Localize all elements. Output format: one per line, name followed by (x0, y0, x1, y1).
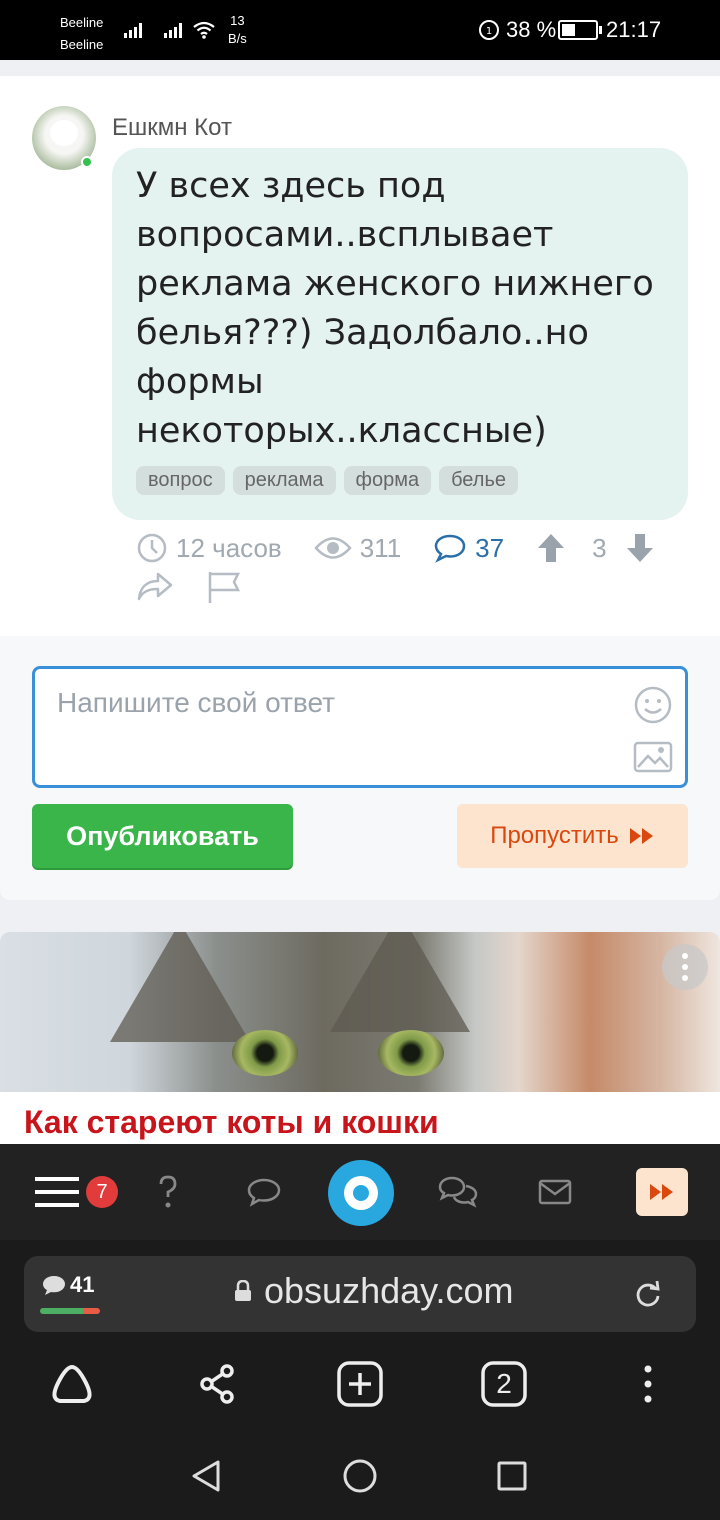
share-page-icon[interactable] (192, 1358, 242, 1410)
article-card[interactable]: Как стареют коты и кошки (0, 932, 720, 1146)
carrier-2: Beeline (60, 37, 104, 52)
carrier-names: Beeline Beeline (60, 12, 103, 56)
author-name[interactable]: Ешкмн Кот (112, 114, 232, 142)
wifi-icon (193, 21, 215, 39)
questions-icon[interactable] (148, 1164, 188, 1220)
time-ago: 12 часов (136, 532, 282, 564)
skip-button[interactable]: Пропустить (457, 804, 688, 868)
question-bubble: У всех здесь под вопросами..всплывает ре… (112, 148, 688, 520)
tag[interactable]: вопрос (136, 466, 225, 495)
online-indicator (81, 156, 93, 168)
battery-percent: 1 38 % (478, 17, 556, 43)
share-icon[interactable] (136, 570, 174, 602)
speech-bubble-icon (43, 1276, 65, 1295)
alice-assistant-icon[interactable] (46, 1358, 98, 1410)
reply-placeholder: Напишите свой ответ (57, 687, 335, 718)
flag-icon[interactable] (206, 570, 242, 604)
view-count: 311 (314, 533, 401, 564)
clock-icon (137, 533, 167, 563)
reply-section: Напишите свой ответ Опубликовать Пропуст… (0, 636, 720, 900)
back-nav-icon[interactable] (186, 1456, 226, 1496)
question-card: Ешкмн Кот У всех здесь под вопросами..вс… (0, 76, 720, 636)
publish-button[interactable]: Опубликовать (32, 804, 293, 868)
home-nav-icon[interactable] (340, 1456, 380, 1496)
data-saver-icon: 1 (479, 20, 499, 40)
rating-bar (40, 1308, 100, 1314)
carrier-1: Beeline (60, 15, 104, 30)
tabs-button[interactable]: 2 (478, 1358, 530, 1410)
tag[interactable]: форма (343, 466, 432, 495)
chat-icon[interactable] (244, 1164, 284, 1220)
comment-icon (434, 534, 466, 563)
menu-icon[interactable] (34, 1164, 80, 1220)
lock-icon (235, 1280, 251, 1301)
mail-icon[interactable] (536, 1164, 574, 1220)
emoji-icon[interactable] (633, 685, 673, 725)
reload-icon[interactable] (634, 1280, 662, 1308)
question-actions (136, 570, 242, 604)
notification-badge: 7 (86, 1176, 118, 1208)
more-options-icon[interactable] (662, 944, 708, 990)
discussions-icon[interactable] (436, 1164, 480, 1220)
image-upload-icon[interactable] (633, 741, 673, 773)
vote-controls: 3 (536, 532, 654, 564)
url-display[interactable]: obsuzhday.com (234, 1270, 513, 1312)
site-logo-icon[interactable] (328, 1160, 394, 1226)
page-comments-counter[interactable]: 41 (42, 1272, 94, 1298)
skip-label: Пропустить (490, 822, 619, 849)
question-text: У всех здесь под вопросами..всплывает ре… (136, 166, 654, 451)
tabs-count: 2 (496, 1368, 512, 1399)
network-speed: 13 B/s (228, 13, 247, 46)
browser-menu-icon[interactable] (634, 1358, 662, 1410)
battery-icon (558, 20, 602, 40)
tag-list: вопрос реклама форма белье (136, 466, 518, 495)
skip-nav-button[interactable] (636, 1168, 688, 1216)
vote-count: 3 (592, 532, 607, 563)
tag[interactable]: белье (439, 466, 518, 495)
svg-text:1: 1 (486, 26, 492, 37)
fast-forward-icon (650, 1184, 673, 1200)
reply-input[interactable]: Напишите свой ответ (32, 666, 688, 788)
tag[interactable]: реклама (232, 466, 336, 495)
upvote-icon[interactable] (536, 532, 566, 564)
address-bar[interactable]: 41 obsuzhday.com (24, 1256, 696, 1332)
recents-nav-icon[interactable] (492, 1456, 532, 1496)
status-bar: Beeline Beeline 13 B/s 1 38 % 21:17 (0, 0, 720, 60)
article-title[interactable]: Как стареют коты и кошки (24, 1104, 439, 1141)
new-tab-icon[interactable] (334, 1358, 386, 1410)
fast-forward-icon (629, 828, 653, 844)
signal-2-icon (164, 22, 182, 38)
comment-count[interactable]: 37 (433, 533, 504, 564)
signal-1-icon (124, 22, 142, 38)
article-image[interactable] (0, 932, 720, 1092)
downvote-icon[interactable] (625, 532, 655, 564)
eye-icon (314, 537, 352, 559)
question-meta: 12 часов 311 37 3 (136, 530, 655, 566)
clock: 21:17 (606, 17, 662, 42)
